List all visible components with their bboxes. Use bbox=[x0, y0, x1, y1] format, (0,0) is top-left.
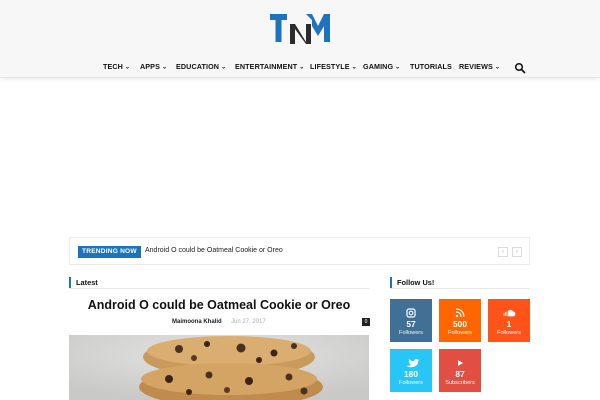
follower-count: 87 bbox=[455, 369, 465, 379]
nav-label: REVIEWS bbox=[459, 62, 493, 71]
youtube-icon bbox=[439, 355, 481, 366]
youtube-follow-button[interactable]: 87 Subscribers bbox=[439, 349, 481, 392]
nav-label: TUTORIALS bbox=[410, 62, 452, 71]
latest-divider bbox=[69, 288, 369, 289]
follower-count: 180 bbox=[404, 369, 418, 379]
site-header: TECH ⌄ APPS ⌄ EDUCATION ⌄ ENTERTAINMENT ⌄ LI… bbox=[0, 0, 600, 78]
nav-item-apps[interactable]: APPS ⌄ bbox=[140, 62, 167, 71]
follower-count: 500 bbox=[453, 319, 467, 329]
article-thumbnail[interactable] bbox=[69, 335, 369, 400]
comment-count-badge[interactable]: 0 bbox=[362, 318, 370, 326]
latest-heading: Latest bbox=[69, 277, 98, 288]
chevron-down-icon: ⌄ bbox=[299, 64, 305, 71]
follow-heading: Follow Us! bbox=[390, 277, 434, 288]
trending-badge: TRENDING NOW bbox=[78, 246, 141, 258]
nav-item-entertainment[interactable]: ENTERTAINMENT ⌄ bbox=[235, 62, 304, 71]
trending-bar: TRENDING NOW Android O could be Oatmeal … bbox=[69, 237, 530, 265]
chevron-down-icon: ⌄ bbox=[494, 64, 500, 71]
instagram-icon bbox=[390, 305, 432, 318]
follower-label: Followers bbox=[448, 330, 472, 336]
main-nav: TECH ⌄ APPS ⌄ EDUCATION ⌄ ENTERTAINMENT ⌄ LI… bbox=[0, 58, 600, 76]
article-title[interactable]: Android O could be Oatmeal Cookie or Ore… bbox=[69, 298, 369, 312]
trending-article-link[interactable]: Android O could be Oatmeal Cookie or Ore… bbox=[145, 247, 283, 254]
twitter-follow-button[interactable]: 180 Followers bbox=[390, 349, 432, 392]
nav-item-tech[interactable]: TECH ⌄ bbox=[103, 62, 130, 71]
nav-label: TECH bbox=[103, 62, 123, 71]
chevron-down-icon: ⌄ bbox=[221, 64, 227, 71]
nav-label: ENTERTAINMENT bbox=[235, 62, 298, 71]
site-logo[interactable] bbox=[268, 10, 332, 46]
follower-label: Followers bbox=[399, 380, 423, 386]
follower-label: Followers bbox=[497, 330, 521, 336]
search-icon[interactable] bbox=[514, 61, 526, 74]
soundcloud-icon bbox=[488, 305, 530, 317]
nav-label: APPS bbox=[140, 62, 160, 71]
nav-label: EDUCATION bbox=[176, 62, 220, 71]
follower-label: Subscribers bbox=[445, 380, 475, 386]
rss-icon bbox=[439, 305, 481, 318]
chevron-down-icon: ⌄ bbox=[351, 64, 357, 71]
follower-count: 1 bbox=[506, 319, 512, 329]
nav-label: GAMING bbox=[363, 62, 394, 71]
chevron-right-icon[interactable]: › bbox=[512, 247, 522, 257]
follow-divider bbox=[390, 288, 530, 289]
article-author[interactable]: Maimoona Khalid bbox=[172, 319, 222, 325]
instagram-follow-button[interactable]: 57 Followers bbox=[390, 299, 432, 342]
rss-follow-button[interactable]: 500 Followers bbox=[439, 299, 481, 342]
twitter-icon bbox=[390, 355, 432, 368]
nav-item-gaming[interactable]: GAMING ⌄ bbox=[363, 62, 400, 71]
chevron-down-icon: ⌄ bbox=[395, 64, 401, 71]
nav-item-education[interactable]: EDUCATION ⌄ bbox=[176, 62, 226, 71]
follower-count: 57 bbox=[406, 319, 416, 329]
nav-item-lifestyle[interactable]: LIFESTYLE ⌄ bbox=[310, 62, 357, 71]
nav-item-tutorials[interactable]: TUTORIALS bbox=[410, 62, 452, 71]
chevron-down-icon: ⌄ bbox=[124, 64, 131, 71]
soundcloud-follow-button[interactable]: 1 Followers bbox=[488, 299, 530, 342]
nav-label: LIFESTYLE bbox=[310, 62, 350, 71]
nav-item-reviews[interactable]: REVIEWS ⌄ bbox=[459, 62, 500, 71]
follower-label: Followers bbox=[399, 330, 423, 336]
chevron-left-icon[interactable]: ‹ bbox=[498, 247, 508, 257]
article-date: Jun 27, 2017 bbox=[231, 319, 266, 325]
chevron-down-icon: ⌄ bbox=[161, 64, 168, 71]
